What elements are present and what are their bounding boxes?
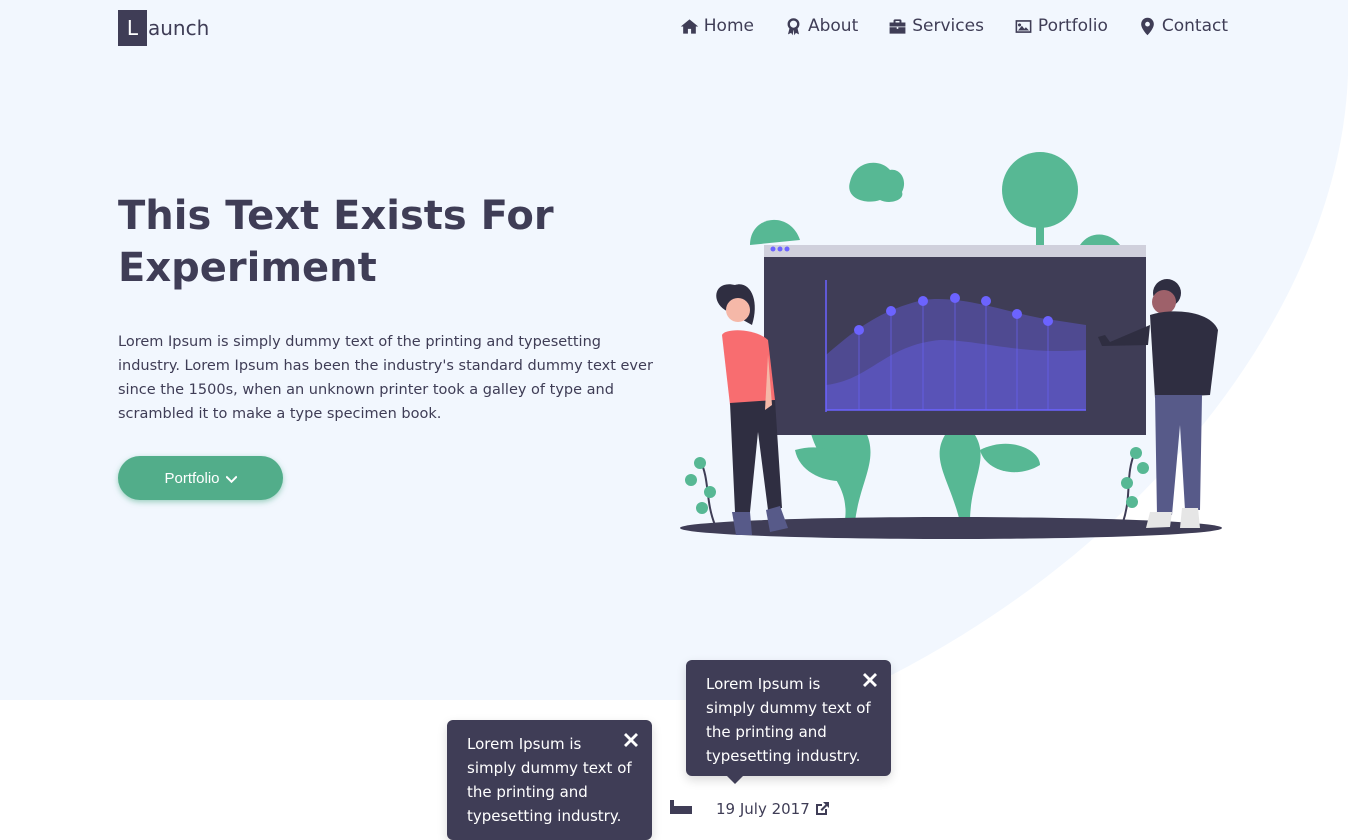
portfolio-button-label: Portfolio [164,469,220,487]
nav-item-portfolio[interactable]: Portfolio [1014,16,1108,36]
presentation-illustration [680,152,1222,539]
nav-item-label: Contact [1161,16,1228,36]
nav-menu: Home About Services Portfolio Contact [680,16,1228,36]
chevron-down-icon [225,475,237,483]
nav-item-about[interactable]: About [784,16,858,36]
nav-item-label: Portfolio [1037,16,1108,36]
nav-item-services[interactable]: Services [888,16,984,36]
tooltip-text: Lorem Ipsum is simply dummy text of the … [467,735,632,825]
close-icon [863,673,877,687]
small-plant-right [1121,447,1149,523]
navbar: L aunch Home About Services Portfolio Co… [0,0,1348,58]
nav-item-label: Home [703,16,754,36]
timeline-tooltip: Lorem Ipsum is simply dummy text of the … [447,720,652,840]
hero-title: This Text Exists For Experiment [118,190,638,294]
brand-logo[interactable]: L aunch [118,10,209,46]
nav-item-contact[interactable]: Contact [1138,16,1228,36]
award-icon [787,17,800,35]
hero-section: L aunch Home About Services Portfolio Co… [0,0,1348,700]
briefcase-icon [889,18,906,34]
timeline-marker-icon [670,800,692,814]
nav-item-label: About [807,16,859,36]
close-icon [624,733,638,747]
map-marker-icon [1141,17,1154,35]
nav-item-label: Services [912,16,984,36]
hero-description: Lorem Ipsum is simply dummy text of the … [118,334,653,422]
timeline-tooltip: Lorem Ipsum is simply dummy text of the … [686,660,891,784]
ground-shadow [680,517,1222,539]
brand-letter: L [118,10,147,46]
tooltip-close-button[interactable] [863,670,877,687]
hero-title-line1: This Text Exists For [118,193,554,239]
timeline-date-text: 19 July 2017 [716,800,810,818]
tooltip-close-button[interactable] [624,730,638,747]
portfolio-button[interactable]: Portfolio [118,456,283,500]
timeline-date: 19 July 2017 [716,800,830,818]
hero-title-line2: Experiment [118,245,377,291]
image-icon [1015,19,1032,33]
brand-text: aunch [148,16,210,40]
external-link-icon[interactable] [814,801,830,817]
tooltip-text: Lorem Ipsum is simply dummy text of the … [706,675,871,765]
small-plant-left [685,457,716,526]
nav-item-home[interactable]: Home [680,16,754,36]
home-icon [680,18,698,34]
